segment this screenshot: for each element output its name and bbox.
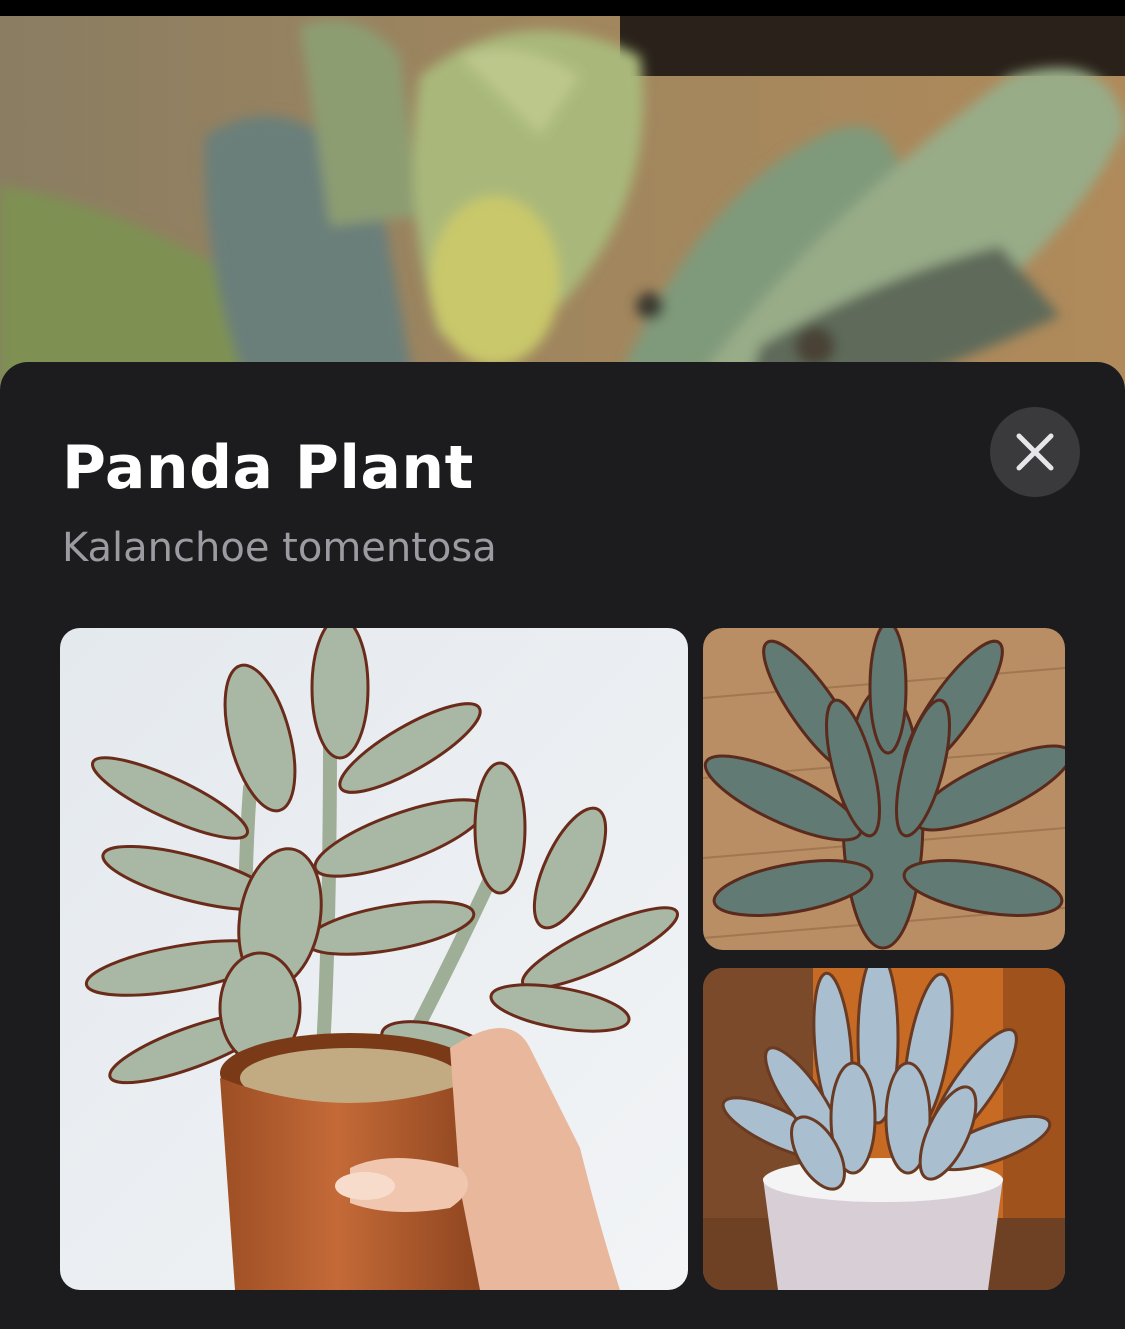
status-bar-strip bbox=[0, 0, 1125, 16]
plant-info-sheet: Panda Plant Kalanchoe tomentosa bbox=[0, 362, 1125, 1329]
plant-common-name: Panda Plant bbox=[62, 433, 474, 503]
close-icon bbox=[1016, 433, 1054, 471]
plant-scientific-name: Kalanchoe tomentosa bbox=[62, 525, 497, 571]
plant-detail-screen: Panda Plant Kalanchoe tomentosa bbox=[0, 0, 1125, 1329]
hero-photo bbox=[0, 16, 1125, 416]
plant-photo-tertiary[interactable] bbox=[703, 968, 1065, 1290]
close-button[interactable] bbox=[990, 407, 1080, 497]
plant-photo-secondary[interactable] bbox=[703, 628, 1065, 950]
plant-photo-main[interactable] bbox=[60, 628, 688, 1290]
